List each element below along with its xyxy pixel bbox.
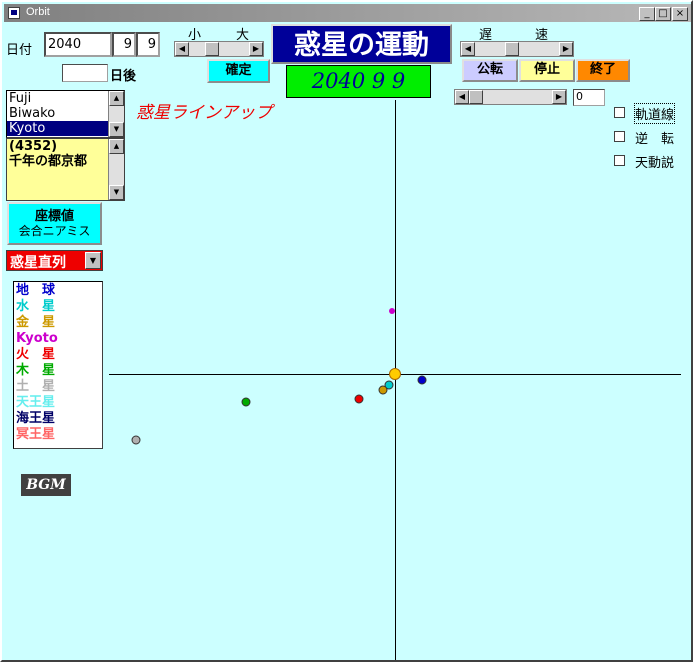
option-checkbox-orbit[interactable]: [614, 107, 625, 118]
offset-value-field[interactable]: 0: [573, 89, 605, 106]
scroll-right-icon[interactable]: ▶: [552, 90, 566, 104]
coordinates-button[interactable]: 座標値 会合ニアミス: [7, 202, 102, 245]
scroll-right-icon[interactable]: ▶: [249, 42, 263, 56]
legend-item: 地 球: [16, 283, 56, 298]
chevron-down-icon[interactable]: ▼: [85, 252, 101, 269]
legend-item: 木 星: [16, 363, 56, 378]
legend-item: Kyoto: [16, 331, 58, 346]
planet-mars: [354, 394, 364, 404]
option-label-reverse[interactable]: 逆 転: [635, 128, 674, 147]
legend-item: 水 星: [16, 299, 56, 314]
alignment-select[interactable]: 惑星直列 ▼: [6, 250, 103, 271]
offset-scrollbar[interactable]: ◀ ▶: [454, 89, 567, 105]
list-item[interactable]: Fuji: [7, 91, 124, 106]
list-scrollbar[interactable]: ▲ ▼: [108, 91, 124, 137]
offset-scroll-thumb[interactable]: [469, 90, 483, 104]
year-input[interactable]: 2040: [44, 32, 112, 57]
list-item-selected[interactable]: Kyoto: [7, 121, 108, 136]
planet-venus: [378, 385, 388, 395]
scroll-left-icon[interactable]: ◀: [455, 90, 469, 104]
speed-scrollbar[interactable]: ◀ ▶: [460, 41, 574, 57]
close-icon: ×: [675, 8, 685, 19]
scroll-down-icon[interactable]: ▼: [109, 122, 124, 137]
scroll-left-icon[interactable]: ◀: [175, 42, 189, 56]
scroll-right-icon[interactable]: ▶: [559, 42, 573, 56]
scroll-up-icon[interactable]: ▲: [109, 91, 124, 106]
close-button[interactable]: ×: [672, 7, 688, 21]
coordinates-button-line-1: 座標値: [34, 209, 74, 224]
main-title: 惑星の運動: [271, 24, 452, 64]
legend-item: 冥王星: [16, 427, 56, 442]
scroll-left-icon[interactable]: ◀: [461, 42, 475, 56]
location-description[interactable]: (4352) 千年の都京都 ▲ ▼: [6, 138, 125, 201]
days-after-label: 日後: [110, 69, 137, 84]
list-item[interactable]: Biwako: [7, 106, 124, 121]
orbit-window: Orbit _ □ × 日付 2040 9 9 日後 小 大 ◀ ▶ 確定 惑星…: [0, 0, 693, 662]
bgm-button[interactable]: BGM: [21, 474, 71, 496]
legend-item: 火 星: [16, 347, 56, 362]
option-checkbox-geocentric[interactable]: [614, 155, 625, 166]
title-bar[interactable]: Orbit _ □ ×: [4, 4, 691, 22]
description-line-2: 千年の都京都: [9, 154, 88, 169]
planet-mercury: [384, 380, 394, 390]
zoom-scrollbar[interactable]: ◀ ▶: [174, 41, 264, 57]
option-label-orbit[interactable]: 軌道線: [633, 103, 676, 124]
legend-item: 土 星: [16, 379, 56, 394]
legend-item: 金 星: [16, 315, 56, 330]
legend-item: 海王星: [16, 411, 56, 426]
sun-icon: [389, 368, 401, 380]
revolve-button[interactable]: 公転: [462, 59, 518, 82]
coordinates-button-line-2: 会合ニアミス: [18, 224, 91, 238]
app-icon[interactable]: [8, 7, 20, 19]
planet-earth: [417, 375, 427, 385]
planet-legend: 地 球 水 星 金 星 Kyoto 火 星 木 星 土 星 天王星 海王星 冥王…: [13, 281, 103, 449]
speed-scroll-thumb[interactable]: [505, 42, 519, 56]
planet-jupiter: [241, 397, 251, 407]
scroll-up-icon[interactable]: ▲: [109, 139, 124, 154]
maximize-icon: □: [658, 8, 668, 19]
lineup-title: 惑星ラインアップ: [136, 103, 272, 123]
stop-button[interactable]: 停止: [519, 59, 575, 82]
month-input[interactable]: 9: [112, 32, 136, 57]
legend-item: 天王星: [16, 395, 56, 410]
alignment-select-value: 惑星直列: [10, 255, 66, 271]
minimize-icon: _: [644, 8, 650, 19]
planet-saturn: [131, 435, 141, 445]
scroll-down-icon[interactable]: ▼: [109, 185, 124, 200]
description-line-1: (4352): [9, 139, 58, 154]
minimize-button[interactable]: _: [639, 7, 655, 21]
date-label: 日付: [6, 43, 33, 58]
maximize-button[interactable]: □: [655, 7, 671, 21]
day-input[interactable]: 9: [136, 32, 160, 57]
planet-kyoto: [389, 308, 395, 314]
days-after-input[interactable]: [62, 64, 108, 82]
option-checkbox-reverse[interactable]: [614, 131, 625, 142]
location-list[interactable]: Fuji Biwako Kyoto ▲ ▼: [6, 90, 125, 138]
confirm-button[interactable]: 確定: [207, 59, 270, 83]
x-axis-line: [109, 374, 681, 375]
current-date-display: 2040 9 9: [286, 65, 431, 98]
y-axis-line: [395, 100, 396, 660]
end-button[interactable]: 終了: [576, 59, 630, 82]
zoom-scroll-thumb[interactable]: [205, 42, 219, 56]
option-label-geocentric[interactable]: 天動説: [635, 152, 674, 171]
description-scrollbar[interactable]: ▲ ▼: [108, 139, 124, 200]
window-title: Orbit: [26, 6, 50, 18]
